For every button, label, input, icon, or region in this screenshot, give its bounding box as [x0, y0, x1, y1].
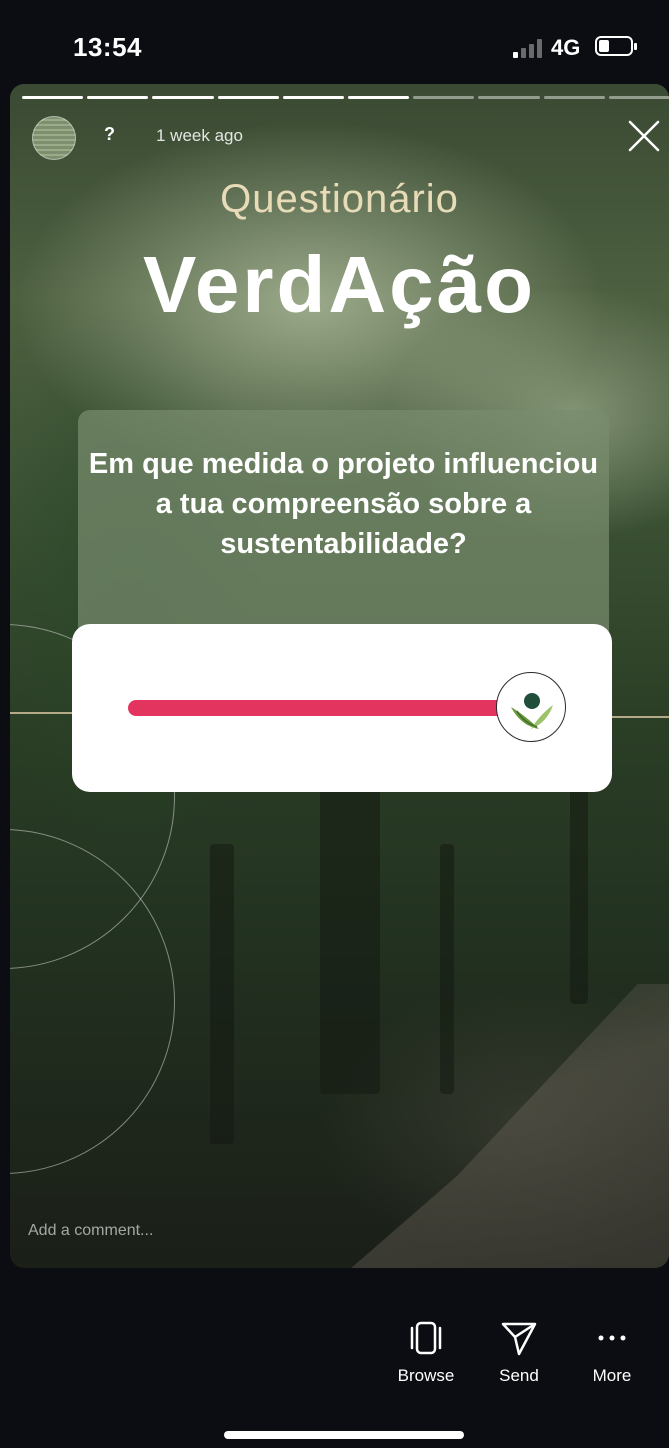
progress-segment [478, 96, 540, 99]
story-title: VerdAção [142, 240, 537, 329]
progress-segment [413, 96, 475, 99]
signal-icon [513, 38, 547, 58]
story-subtitle: Questionário [220, 177, 459, 221]
username[interactable]: ? [104, 124, 115, 145]
browse-icon [410, 1321, 442, 1355]
question-text: Em que medida o projeto influenciou a tu… [88, 448, 599, 560]
avatar[interactable] [32, 116, 76, 160]
progress-segment [282, 96, 345, 99]
progress-segment [152, 96, 214, 99]
home-indicator[interactable] [224, 1431, 464, 1439]
leaf-logo-icon [511, 693, 553, 729]
network-type: 4G [551, 35, 581, 60]
status-time: 13:54 [73, 32, 142, 62]
progress-segment [87, 96, 149, 99]
progress-segment [217, 96, 279, 99]
more-icon [598, 1335, 626, 1341]
slider-track[interactable] [128, 700, 508, 716]
close-icon[interactable] [624, 116, 664, 156]
slider-thumb[interactable] [496, 672, 566, 742]
story-view[interactable]: ? 1 week ago Questionário VerdAção Em qu… [10, 84, 669, 1268]
decorative-line [612, 716, 669, 718]
story-progress-bar [22, 96, 669, 99]
progress-segment [348, 96, 410, 99]
progress-segment [22, 96, 84, 99]
question-card: Em que medida o projeto influenciou a tu… [78, 410, 609, 632]
send-label: Send [499, 1366, 539, 1385]
more-label: More [592, 1366, 632, 1385]
decorative-line [10, 712, 72, 714]
battery-icon [595, 36, 637, 56]
browse-button[interactable]: Browse [386, 1320, 466, 1386]
browse-label: Browse [397, 1366, 455, 1385]
emoji-slider [72, 624, 612, 792]
send-icon [501, 1322, 537, 1356]
more-button[interactable]: More [572, 1320, 652, 1386]
comment-input[interactable]: Add a comment... [28, 1222, 153, 1240]
progress-segment [543, 96, 605, 99]
send-button[interactable]: Send [479, 1320, 559, 1386]
story-timestamp: 1 week ago [156, 126, 243, 145]
phone-screen: 13:54 4G ? 1 week ago Questionário VerdA… [10, 0, 669, 1448]
progress-segment [608, 96, 669, 99]
status-bar: 13:54 4G [10, 0, 669, 84]
